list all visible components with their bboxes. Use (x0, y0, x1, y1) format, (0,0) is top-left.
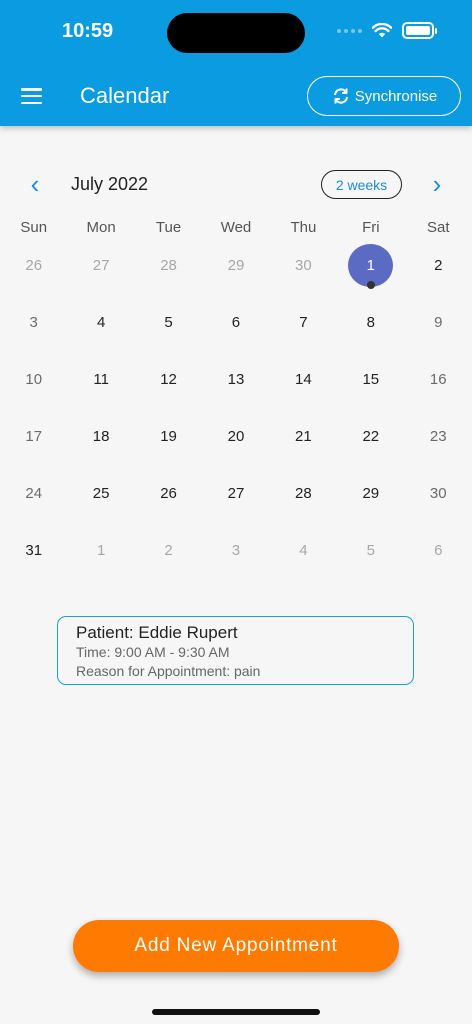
calendar-week: 26 27 28 29 30 1 2 (0, 243, 472, 289)
sync-icon (333, 88, 348, 104)
calendar-day[interactable]: 6 (202, 302, 269, 342)
calendar-day[interactable]: 4 (67, 302, 134, 342)
calendar-day-selected[interactable]: 1 (337, 243, 404, 289)
calendar-day[interactable]: 7 (270, 302, 337, 342)
synchronise-label: Synchronise (354, 87, 438, 105)
calendar-day[interactable]: 15 (337, 359, 404, 399)
view-toggle-button[interactable]: 2 weeks (321, 170, 402, 199)
calendar-day[interactable]: 18 (67, 416, 134, 456)
calendar-day[interactable]: 8 (337, 302, 404, 342)
calendar-week: 17 18 19 20 21 22 23 (0, 416, 472, 456)
add-new-appointment-button[interactable]: Add New Appointment (73, 920, 399, 972)
calendar-day[interactable]: 4 (270, 530, 337, 570)
calendar-day[interactable]: 30 (405, 473, 472, 513)
status-time: 10:59 (62, 20, 114, 42)
appointment-card[interactable]: Patient: Eddie Rupert Time: 9:00 AM - 9:… (57, 616, 414, 685)
calendar-day[interactable]: 26 (0, 245, 67, 285)
appointment-time: Time: 9:00 AM - 9:30 AM (76, 644, 230, 660)
calendar-week: 24 25 26 27 28 29 30 (0, 473, 472, 513)
weekday-header: Sun Mon Tue Wed Thu Fri Sat (0, 219, 472, 236)
weekday-label: Fri (362, 219, 380, 236)
calendar-day[interactable]: 3 (202, 530, 269, 570)
signal-icon (337, 28, 362, 33)
weekday-label: Mon (86, 219, 116, 236)
calendar-day[interactable]: 26 (135, 473, 202, 513)
appointment-reason: Reason for Appointment: pain (76, 663, 261, 679)
calendar-day[interactable]: 3 (0, 302, 67, 342)
hamburger-menu-icon[interactable] (21, 88, 42, 104)
home-indicator[interactable] (152, 1009, 320, 1015)
calendar-day[interactable]: 19 (135, 416, 202, 456)
weekday-label: Sat (426, 219, 450, 236)
calendar-day[interactable]: 23 (405, 416, 472, 456)
chevron-left-icon[interactable]: ‹ (23, 170, 47, 198)
calendar-day[interactable]: 17 (0, 416, 67, 456)
calendar-day[interactable]: 9 (405, 302, 472, 342)
weekday-label: Tue (155, 219, 182, 236)
calendar-day[interactable]: 29 (337, 473, 404, 513)
calendar-day[interactable]: 24 (0, 473, 67, 513)
chevron-right-icon[interactable]: › (425, 170, 449, 198)
calendar-day[interactable]: 22 (337, 416, 404, 456)
wifi-icon (372, 23, 392, 38)
calendar-day[interactable]: 5 (135, 302, 202, 342)
calendar-day[interactable]: 14 (270, 359, 337, 399)
status-icons (337, 22, 437, 39)
dynamic-island (167, 13, 305, 53)
calendar-day[interactable]: 27 (67, 245, 134, 285)
event-indicator-dot (366, 281, 375, 289)
page-title: Calendar (80, 83, 170, 108)
weekday-label: Wed (220, 219, 252, 236)
calendar-day[interactable]: 20 (202, 416, 269, 456)
calendar-week: 10 11 12 13 14 15 16 (0, 359, 472, 399)
weekday-label: Sun (20, 219, 48, 236)
calendar-day[interactable]: 6 (405, 530, 472, 570)
battery-icon (402, 22, 437, 39)
calendar-week: 3 4 5 6 7 8 9 (0, 302, 472, 342)
calendar-day[interactable]: 29 (202, 245, 269, 285)
calendar-day[interactable]: 10 (0, 359, 67, 399)
calendar-day[interactable]: 13 (202, 359, 269, 399)
weekday-label: Thu (290, 219, 317, 236)
calendar-day[interactable]: 2 (135, 530, 202, 570)
calendar-day[interactable]: 21 (270, 416, 337, 456)
calendar-day[interactable]: 28 (135, 245, 202, 285)
calendar-day[interactable]: 11 (67, 359, 134, 399)
calendar-day[interactable]: 28 (270, 473, 337, 513)
calendar-day[interactable]: 12 (135, 359, 202, 399)
calendar-week: 31 1 2 3 4 5 6 (0, 530, 472, 570)
appointment-patient: Patient: Eddie Rupert (76, 623, 238, 642)
calendar-day[interactable]: 31 (0, 530, 67, 570)
calendar-day[interactable]: 16 (405, 359, 472, 399)
calendar-day[interactable]: 5 (337, 530, 404, 570)
calendar-day[interactable]: 27 (202, 473, 269, 513)
calendar-navigation: ‹ July 2022 2 weeks › (0, 170, 472, 200)
synchronise-button[interactable]: Synchronise (307, 76, 461, 116)
calendar-day[interactable]: 2 (405, 245, 472, 285)
calendar-day[interactable]: 25 (67, 473, 134, 513)
calendar-day[interactable]: 30 (270, 245, 337, 285)
month-label: July 2022 (71, 174, 149, 194)
app-header: 10:59 Calendar Synchronise (0, 0, 472, 126)
calendar-day[interactable]: 1 (67, 530, 134, 570)
